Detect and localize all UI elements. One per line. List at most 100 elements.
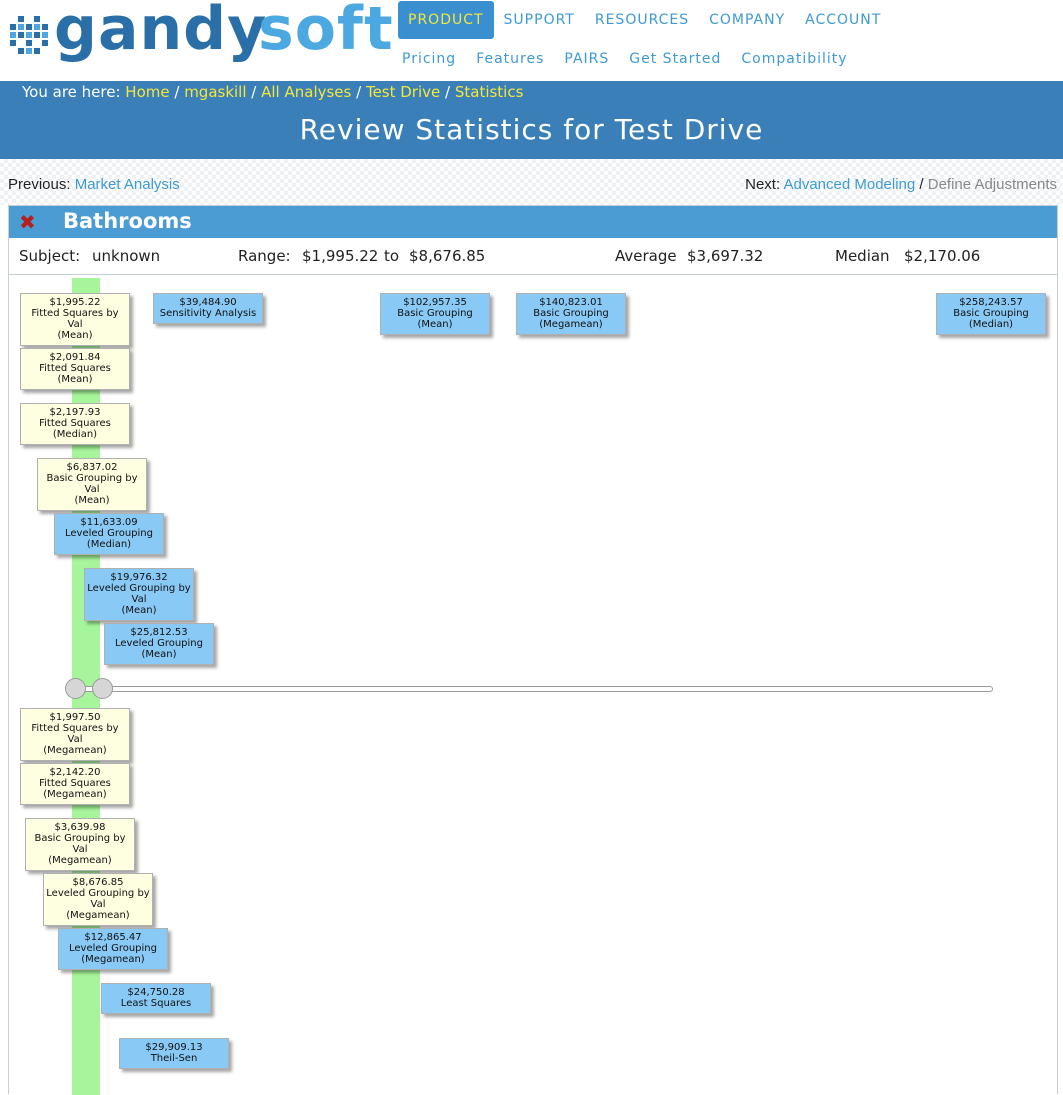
estimate-card[interactable]: $140,823.01 Basic Grouping (Megamean) <box>516 293 626 335</box>
card-stat: (Median) <box>86 539 132 550</box>
estimate-card[interactable]: $12,865.47 Leveled Grouping (Megamean) <box>58 928 168 970</box>
slider-handle-max[interactable] <box>92 678 113 699</box>
breadcrumb-statistics[interactable]: Statistics <box>455 83 524 101</box>
estimate-card[interactable]: $102,957.35 Basic Grouping (Mean) <box>380 293 490 335</box>
card-label: Sensitivity Analysis <box>159 308 257 319</box>
next-link[interactable]: Advanced Modeling <box>783 176 915 193</box>
card-label: Basic Grouping <box>533 308 609 319</box>
estimate-card[interactable]: $25,812.53 Leveled Grouping (Mean) <box>104 623 214 665</box>
nav-features[interactable]: Features <box>466 51 554 67</box>
card-value: $102,957.35 <box>403 297 467 308</box>
breadcrumb-prefix: You are here: <box>22 83 121 101</box>
card-value: $24,750.28 <box>127 987 185 998</box>
card-label: Basic Grouping by Val <box>46 473 138 495</box>
estimate-card[interactable]: $24,750.28 Least Squares <box>101 983 211 1014</box>
card-value: $1,995.22 <box>49 297 101 308</box>
card-stat: (Mean) <box>417 319 453 330</box>
card-stat: (Median) <box>968 319 1014 330</box>
page-banner: You are here: Home / mgaskill / All Anal… <box>0 81 1063 159</box>
breadcrumb: You are here: Home / mgaskill / All Anal… <box>22 83 524 101</box>
nav-compatibility[interactable]: Compatibility <box>731 51 857 67</box>
card-value: $39,484.90 <box>179 297 237 308</box>
range-max: $8,676.85 <box>409 247 486 265</box>
card-stat: (Mean) <box>141 649 177 660</box>
card-value: $11,633.09 <box>80 517 138 528</box>
card-label: Least Squares <box>120 998 192 1009</box>
card-label: Leveled Grouping <box>115 638 203 649</box>
nav-get-started[interactable]: Get Started <box>619 51 731 67</box>
card-label: Fitted Squares by Val <box>31 308 119 330</box>
estimate-card[interactable]: $258,243.57 Basic Grouping (Median) <box>936 293 1046 335</box>
card-label: Leveled Grouping <box>65 528 153 539</box>
nav-pairs[interactable]: PAIRS <box>554 51 619 67</box>
estimate-card[interactable]: $6,837.02 Basic Grouping by Val (Mean) <box>37 458 147 511</box>
prev-next-nav: Previous: Market Analysis Next: Advanced… <box>0 176 1063 196</box>
estimate-card[interactable]: $19,976.32 Leveled Grouping by Val (Mean… <box>84 568 194 621</box>
next-nav: Next: Advanced Modeling / Define Adjustm… <box>745 176 1057 193</box>
range-min: $1,995.22 <box>302 247 379 265</box>
subject-value: unknown <box>92 247 161 265</box>
card-label: Theil-Sen <box>150 1053 198 1064</box>
nav-support[interactable]: SUPPORT <box>494 1 585 39</box>
estimate-card[interactable]: $2,142.20 Fitted Squares (Megamean) <box>20 763 130 805</box>
card-label: Fitted Squares <box>39 418 111 429</box>
card-value: $1,997.50 <box>49 712 101 723</box>
breadcrumb-user[interactable]: mgaskill <box>184 83 246 101</box>
card-stat: (Mean) <box>57 330 93 341</box>
estimate-card[interactable]: $29,909.13 Theil-Sen <box>119 1038 229 1069</box>
previous-label: Previous: <box>8 176 71 193</box>
estimate-card[interactable]: $8,676.85 Leveled Grouping by Val (Megam… <box>43 873 153 926</box>
breadcrumb-home[interactable]: Home <box>125 83 169 101</box>
estimate-card[interactable]: $2,091.84 Fitted Squares (Mean) <box>20 348 130 390</box>
card-label: Fitted Squares by Val <box>31 723 119 745</box>
card-stat: (Megamean) <box>539 319 603 330</box>
card-stat: (Median) <box>52 429 98 440</box>
estimate-card[interactable]: $39,484.90 Sensitivity Analysis <box>153 293 263 324</box>
estimate-card[interactable]: $3,639.98 Basic Grouping by Val (Megamea… <box>25 818 135 871</box>
breadcrumb-all-analyses[interactable]: All Analyses <box>261 83 351 101</box>
card-stat: (Mean) <box>74 495 110 506</box>
gandysoft-logo[interactable]: gandy soft <box>8 0 393 66</box>
logo-dots-icon <box>10 16 48 54</box>
next-separator: / <box>919 176 924 193</box>
card-value: $140,823.01 <box>539 297 603 308</box>
secondary-nav: Pricing Features PAIRS Get Started Compa… <box>392 48 858 70</box>
breadcrumb-test-drive[interactable]: Test Drive <box>366 83 440 101</box>
median-label: Median <box>835 247 890 265</box>
card-label: Leveled Grouping <box>69 943 157 954</box>
card-value: $2,142.20 <box>49 767 101 778</box>
bathrooms-panel: ✖ Bathrooms Subject: unknown Range: $1,9… <box>8 205 1058 1095</box>
median-value: $2,170.06 <box>904 247 981 265</box>
nav-company[interactable]: COMPANY <box>699 1 795 39</box>
previous-nav: Previous: Market Analysis <box>8 176 180 193</box>
card-value: $2,197.93 <box>49 407 101 418</box>
previous-link[interactable]: Market Analysis <box>75 176 180 193</box>
estimate-card[interactable]: $11,633.09 Leveled Grouping (Median) <box>54 513 164 555</box>
card-label: Leveled Grouping by Val <box>87 583 191 605</box>
estimate-card[interactable]: $1,997.50 Fitted Squares by Val (Megamea… <box>20 708 130 761</box>
card-value: $25,812.53 <box>130 627 188 638</box>
nav-resources[interactable]: RESOURCES <box>585 1 699 39</box>
card-label: Leveled Grouping by Val <box>46 888 150 910</box>
card-label: Basic Grouping <box>953 308 1029 319</box>
panel-title: Bathrooms <box>63 209 192 233</box>
card-value: $2,091.84 <box>49 352 101 363</box>
range-slider-track[interactable] <box>73 686 993 692</box>
estimate-card[interactable]: $1,995.22 Fitted Squares by Val (Mean) <box>20 293 130 346</box>
card-stat: (Megamean) <box>43 789 107 800</box>
card-stat: (Megamean) <box>48 855 112 866</box>
average-value: $3,697.32 <box>687 247 764 265</box>
nav-pricing[interactable]: Pricing <box>392 51 466 67</box>
close-icon[interactable]: ✖ <box>19 210 36 234</box>
nav-product[interactable]: PRODUCT <box>398 1 494 39</box>
slider-handle-min[interactable] <box>65 678 86 699</box>
estimate-card[interactable]: $2,197.93 Fitted Squares (Median) <box>20 403 130 445</box>
card-value: $6,837.02 <box>66 462 118 473</box>
primary-nav: PRODUCT SUPPORT RESOURCES COMPANY ACCOUN… <box>398 0 891 40</box>
nav-account[interactable]: ACCOUNT <box>795 1 891 39</box>
card-value: $19,976.32 <box>110 572 168 583</box>
card-stat: (Mean) <box>57 374 93 385</box>
card-value: $258,243.57 <box>959 297 1023 308</box>
card-stat: (Megamean) <box>43 745 107 756</box>
card-label: Basic Grouping by Val <box>34 833 126 855</box>
